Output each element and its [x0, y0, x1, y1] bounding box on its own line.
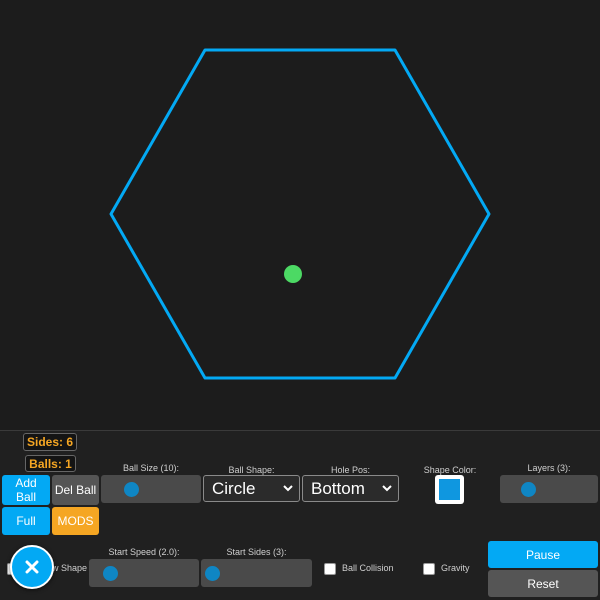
chevron-down-icon [283, 484, 293, 491]
ball-size-slider-thumb[interactable] [124, 481, 139, 497]
del-ball-button[interactable]: Del Ball [52, 475, 99, 505]
layers-slider[interactable] [500, 475, 598, 503]
ball-collision-checkbox[interactable] [324, 563, 336, 575]
chevron-down-icon [382, 484, 392, 491]
shape-color-swatch [439, 479, 460, 500]
hole-pos-value: Bottom [311, 478, 365, 498]
show-shape-label: w Shape [52, 563, 88, 573]
gravity-label: Gravity [441, 563, 470, 573]
ball [284, 265, 302, 283]
hole-pos-label: Hole Pos: [330, 465, 371, 475]
simulation-canvas [0, 0, 600, 430]
pause-button[interactable]: Pause [488, 541, 598, 568]
hexagon-shape [109, 48, 491, 380]
close-fab-button[interactable] [10, 545, 54, 589]
start-speed-slider[interactable] [89, 559, 199, 587]
add-ball-button[interactable]: Add Ball [2, 475, 50, 505]
ball-shape-select[interactable]: Circle [203, 475, 300, 502]
ball-size-label: Ball Size (10): [122, 463, 180, 473]
full-button[interactable]: Full [2, 507, 50, 535]
shape-color-label: Shape Color: [423, 465, 477, 475]
ball-collision-label: Ball Collision [342, 563, 394, 573]
gravity-checkbox[interactable] [423, 563, 435, 575]
balls-count-badge: Balls: 1 [25, 455, 76, 472]
hole-pos-select[interactable]: Bottom [302, 475, 399, 502]
ball-shape-value: Circle [212, 478, 256, 498]
layers-label: Layers (3): [527, 463, 571, 473]
shape-color-picker[interactable] [435, 475, 464, 504]
start-sides-slider[interactable] [201, 559, 312, 587]
mods-button[interactable]: MODS [52, 507, 99, 535]
close-icon [25, 560, 39, 574]
start-sides-slider-thumb[interactable] [205, 565, 220, 581]
layers-slider-thumb[interactable] [521, 481, 536, 497]
sides-count-badge: Sides: 6 [23, 433, 77, 451]
ball-size-slider[interactable] [101, 475, 201, 503]
simulation-svg [109, 48, 491, 380]
start-speed-slider-thumb[interactable] [103, 565, 118, 581]
reset-button[interactable]: Reset [488, 570, 598, 597]
ball-shape-label: Ball Shape: [228, 465, 275, 475]
start-sides-label: Start Sides (3): [226, 547, 287, 557]
start-speed-label: Start Speed (2.0): [108, 547, 180, 557]
